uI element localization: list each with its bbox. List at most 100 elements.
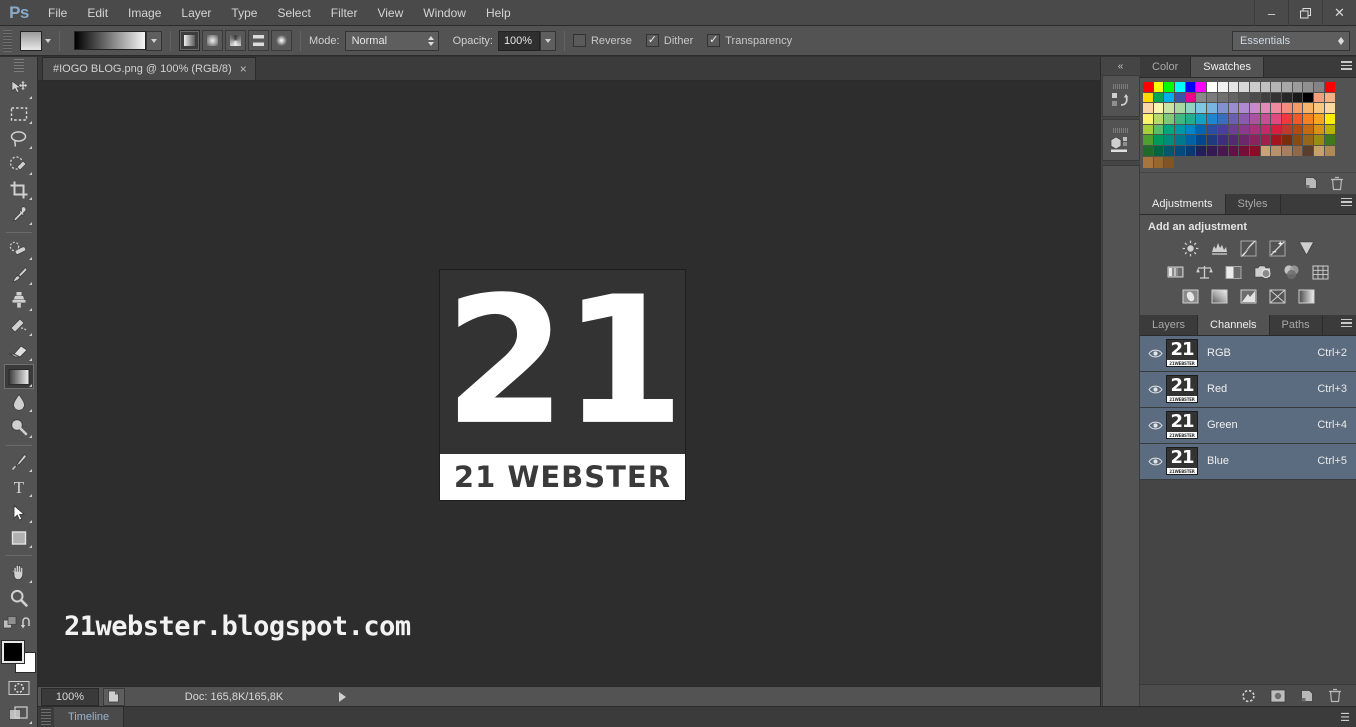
color-swatch[interactable] bbox=[1250, 103, 1261, 114]
gradient-map-icon[interactable] bbox=[1297, 287, 1316, 306]
horizontal-type-tool[interactable]: T bbox=[4, 475, 34, 499]
color-swatch[interactable] bbox=[1207, 103, 1218, 114]
color-swatch[interactable] bbox=[1325, 114, 1336, 125]
menu-select[interactable]: Select bbox=[267, 0, 320, 26]
color-swatch[interactable] bbox=[1239, 103, 1250, 114]
menu-type[interactable]: Type bbox=[221, 0, 267, 26]
gradient-tool[interactable] bbox=[4, 364, 34, 388]
menu-layer[interactable]: Layer bbox=[171, 0, 221, 26]
color-swatch[interactable] bbox=[1293, 103, 1304, 114]
photo-filter-icon[interactable] bbox=[1253, 263, 1272, 282]
color-swatch[interactable] bbox=[1261, 93, 1272, 104]
color-swatch[interactable] bbox=[1261, 125, 1272, 136]
transparency-checkbox[interactable]: Transparency bbox=[707, 34, 792, 47]
color-swatch[interactable] bbox=[1271, 82, 1282, 93]
load-channel-as-selection-icon[interactable] bbox=[1241, 689, 1256, 703]
color-swatch[interactable] bbox=[1303, 114, 1314, 125]
color-swatch[interactable] bbox=[1271, 146, 1282, 157]
threshold-icon[interactable] bbox=[1239, 287, 1258, 306]
color-swatch[interactable] bbox=[1239, 114, 1250, 125]
color-swatch[interactable] bbox=[1186, 103, 1197, 114]
lasso-tool[interactable] bbox=[4, 127, 34, 151]
brightness-contrast-icon[interactable] bbox=[1181, 239, 1200, 258]
color-swatch[interactable] bbox=[1196, 93, 1207, 104]
color-swatch[interactable] bbox=[1207, 146, 1218, 157]
color-swatch[interactable] bbox=[1229, 93, 1240, 104]
color-swatch[interactable] bbox=[1143, 135, 1154, 146]
quick-mask-button[interactable] bbox=[4, 676, 34, 700]
color-swatch[interactable] bbox=[1207, 157, 1218, 168]
zoom-level-input[interactable]: 100% bbox=[41, 688, 99, 706]
color-swatch[interactable] bbox=[1325, 146, 1336, 157]
mini-bridge-panel-button[interactable] bbox=[1102, 119, 1140, 161]
color-swatch[interactable] bbox=[1261, 103, 1272, 114]
color-swatch[interactable] bbox=[1325, 103, 1336, 114]
screen-mode-button[interactable] bbox=[4, 702, 34, 726]
workspace-selector[interactable]: Essentials bbox=[1232, 31, 1350, 51]
channel-row[interactable]: 2121WEBSTERBlueCtrl+5 bbox=[1140, 444, 1356, 480]
color-swatch[interactable] bbox=[1218, 93, 1229, 104]
color-swatch[interactable] bbox=[1207, 93, 1218, 104]
color-swatch[interactable] bbox=[1175, 125, 1186, 136]
crop-tool[interactable] bbox=[4, 178, 34, 202]
color-swatch[interactable] bbox=[1229, 114, 1240, 125]
panel-menu-icon[interactable] bbox=[1341, 198, 1352, 207]
tool-preset-picker[interactable] bbox=[20, 31, 51, 51]
checkbox-box[interactable] bbox=[646, 34, 659, 47]
color-swatch[interactable] bbox=[1164, 114, 1175, 125]
delete-channel-icon[interactable] bbox=[1328, 688, 1342, 703]
color-swatch[interactable] bbox=[1218, 103, 1229, 114]
color-swatch[interactable] bbox=[1303, 146, 1314, 157]
color-swatch[interactable] bbox=[1218, 114, 1229, 125]
spot-healing-brush-tool[interactable] bbox=[4, 237, 34, 261]
clone-stamp-tool[interactable] bbox=[4, 288, 34, 312]
color-swatch[interactable] bbox=[1164, 103, 1175, 114]
menu-image[interactable]: Image bbox=[118, 0, 171, 26]
color-swatch[interactable] bbox=[1186, 125, 1197, 136]
linear-gradient-button[interactable] bbox=[179, 30, 200, 51]
color-swatch[interactable] bbox=[1154, 93, 1165, 104]
dodge-tool[interactable] bbox=[4, 415, 34, 439]
color-swatch[interactable] bbox=[1143, 103, 1154, 114]
color-swatch[interactable] bbox=[1303, 125, 1314, 136]
status-menu-arrow-icon[interactable] bbox=[339, 692, 346, 702]
gradient-dropdown-button[interactable] bbox=[146, 31, 162, 51]
tab-paths[interactable]: Paths bbox=[1270, 315, 1323, 335]
color-swatch[interactable] bbox=[1196, 82, 1207, 93]
menu-view[interactable]: View bbox=[367, 0, 413, 26]
eyedropper-tool[interactable] bbox=[4, 203, 34, 227]
color-swatch[interactable] bbox=[1186, 146, 1197, 157]
gradient-preview[interactable] bbox=[74, 31, 146, 50]
color-swatch[interactable] bbox=[1325, 157, 1336, 168]
color-swatch[interactable] bbox=[1229, 146, 1240, 157]
color-swatch[interactable] bbox=[1250, 146, 1261, 157]
color-swatch[interactable] bbox=[1314, 157, 1325, 168]
color-swatch[interactable] bbox=[1229, 82, 1240, 93]
color-swatch[interactable] bbox=[1218, 125, 1229, 136]
color-swatch[interactable] bbox=[1164, 157, 1175, 168]
color-swatch[interactable] bbox=[1196, 157, 1207, 168]
hand-tool[interactable] bbox=[4, 560, 34, 584]
color-swatch[interactable] bbox=[1271, 103, 1282, 114]
channel-visibility-toggle[interactable] bbox=[1144, 384, 1166, 395]
color-swatch[interactable] bbox=[1271, 157, 1282, 168]
blend-mode-select[interactable]: Normal bbox=[345, 31, 439, 51]
close-icon[interactable]: × bbox=[240, 63, 247, 75]
angle-gradient-button[interactable] bbox=[225, 30, 246, 51]
color-swatch[interactable] bbox=[1293, 125, 1304, 136]
radial-gradient-button[interactable] bbox=[202, 30, 223, 51]
tab-channels[interactable]: Channels bbox=[1198, 315, 1269, 335]
color-swatch[interactable] bbox=[1164, 146, 1175, 157]
color-swatch[interactable] bbox=[1314, 125, 1325, 136]
options-bar-grip[interactable] bbox=[3, 30, 12, 52]
close-button[interactable]: ✕ bbox=[1322, 0, 1356, 26]
color-swatch[interactable] bbox=[1261, 114, 1272, 125]
timeline-panel-menu-icon[interactable]: ☰ bbox=[1340, 711, 1350, 724]
channel-row[interactable]: 2121WEBSTERRGBCtrl+2 bbox=[1140, 336, 1356, 372]
foreground-color-swatch[interactable] bbox=[2, 641, 24, 663]
color-swatch[interactable] bbox=[1207, 114, 1218, 125]
color-swatch[interactable] bbox=[1293, 157, 1304, 168]
color-swatch[interactable] bbox=[1207, 135, 1218, 146]
save-selection-as-channel-icon[interactable] bbox=[1270, 689, 1286, 703]
color-swatch[interactable] bbox=[1314, 135, 1325, 146]
